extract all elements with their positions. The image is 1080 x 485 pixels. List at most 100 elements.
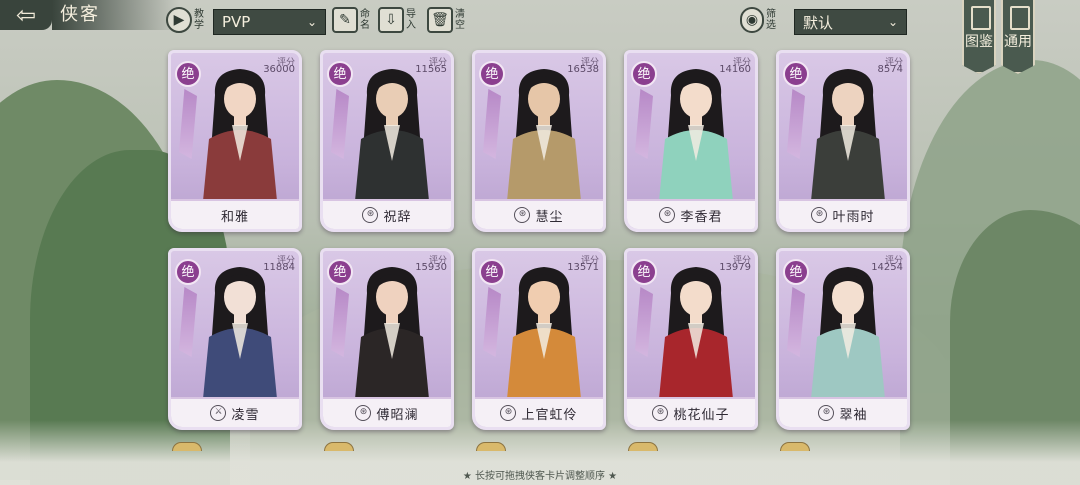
rarity-badge: 绝 — [631, 61, 657, 87]
faction-icon: ⊛ — [514, 207, 531, 223]
hero-portrait — [811, 267, 885, 399]
score-value: 16538 — [567, 64, 599, 75]
hero-name-bar: ⊛ 桃花仙子 — [627, 397, 755, 427]
import-button[interactable]: ⇩ 导入 — [378, 6, 418, 34]
clear-button[interactable]: 🗑 清空 — [427, 6, 467, 34]
trash-icon: 🗑 — [427, 7, 453, 33]
hero-name: 桃花仙子 — [673, 407, 730, 423]
hero-portrait — [507, 267, 581, 399]
book-icon — [971, 6, 991, 30]
faction-icon: ⊛ — [355, 405, 372, 421]
hero-card[interactable]: 绝 评分 13571 ⊛ 上官虹伶 — [472, 248, 606, 430]
hero-name-bar: ⊛ 上官虹伶 — [475, 397, 603, 427]
mode-select[interactable]: PVP ⌄ — [213, 9, 326, 35]
top-bar: ⇦ 侠客 ▶ 教学 PVP ⌄ ✎ 命名 ⇩ 导入 🗑 清空 ◉ 筛选 默认 ⌄… — [0, 0, 1080, 74]
rarity-badge: 绝 — [479, 61, 505, 87]
hero-card[interactable]: 绝 评分 14160 ⊛ 李香君 — [624, 50, 758, 232]
general-tab[interactable]: 通用 — [1001, 0, 1035, 74]
codex-label: 图鉴 — [965, 34, 993, 50]
faction-icon: ⊛ — [818, 405, 835, 421]
import-label: 导入 — [406, 9, 416, 31]
rarity-badge: 绝 — [783, 259, 809, 285]
hero-name-bar: ⊛ 翠袖 — [779, 397, 907, 427]
hero-card[interactable]: 绝 评分 11884 ⚔ 凌雪 — [168, 248, 302, 430]
hero-name: 慧尘 — [535, 209, 564, 225]
drag-hint: ★ 长按可拖拽侠客卡片调整顺序 ★ — [462, 471, 618, 482]
rename-button[interactable]: ✎ 命名 — [332, 6, 372, 34]
rarity-badge: 绝 — [175, 61, 201, 87]
hero-name: 傅昭澜 — [376, 407, 419, 423]
brush-icon: ✎ — [332, 7, 358, 33]
hero-card[interactable]: 绝 评分 36000 和雅 — [168, 50, 302, 232]
hero-name: 叶雨时 — [832, 209, 875, 225]
scroll-icon — [1010, 6, 1030, 30]
hero-name-bar: ⚔ 凌雪 — [171, 397, 299, 427]
rarity-badge: 绝 — [175, 259, 201, 285]
faction-icon: ⊛ — [500, 405, 517, 421]
hero-name: 李香君 — [680, 209, 723, 225]
next-row-card-peek — [780, 442, 810, 451]
rarity-badge: 绝 — [327, 61, 353, 87]
eye-icon: ◉ — [740, 7, 764, 33]
score-value: 13571 — [567, 262, 599, 273]
hero-card[interactable]: 绝 评分 13979 ⊛ 桃花仙子 — [624, 248, 758, 430]
sort-select-value: 默认 — [803, 13, 834, 32]
hero-portrait — [203, 267, 277, 399]
hero-card[interactable]: 绝 评分 8574 ⊛ 叶雨时 — [776, 50, 910, 232]
hero-card[interactable]: 绝 评分 11565 ⊛ 祝辞 — [320, 50, 454, 232]
next-row-card-peek — [172, 442, 202, 451]
hero-name: 凌雪 — [231, 407, 260, 423]
hero-name-bar: 和雅 — [171, 199, 299, 229]
download-icon: ⇩ — [378, 7, 404, 33]
general-label: 通用 — [1004, 34, 1032, 50]
chevron-down-icon: ⌄ — [887, 15, 898, 29]
score-value: 36000 — [263, 64, 295, 75]
hero-portrait — [355, 69, 429, 201]
hero-name: 上官虹伶 — [521, 407, 578, 423]
hero-portrait — [203, 69, 277, 201]
hero-card[interactable]: 绝 评分 16538 ⊛ 慧尘 — [472, 50, 606, 232]
sort-select[interactable]: 默认 ⌄ — [794, 9, 907, 35]
score-value: 14254 — [871, 262, 903, 273]
chevron-down-icon: ⌄ — [306, 15, 317, 29]
rename-label: 命名 — [360, 9, 370, 31]
hero-name: 和雅 — [220, 209, 249, 225]
codex-tab[interactable]: 图鉴 — [962, 0, 996, 74]
arrow-left-icon: ⇦ — [15, 1, 37, 29]
hero-card[interactable]: 绝 评分 15930 ⊛ 傅昭澜 — [320, 248, 454, 430]
next-row-card-peek — [324, 442, 354, 451]
faction-icon: ⊛ — [811, 207, 828, 223]
rarity-badge: 绝 — [479, 259, 505, 285]
play-icon: ▶ — [166, 7, 192, 33]
hero-name-bar: ⊛ 祝辞 — [323, 199, 451, 229]
tutorial-label: 教学 — [194, 9, 204, 31]
score-value: 14160 — [719, 64, 751, 75]
hero-name: 翠袖 — [839, 407, 868, 423]
faction-icon: ⊛ — [362, 207, 379, 223]
hero-name-bar: ⊛ 叶雨时 — [779, 199, 907, 229]
rarity-badge: 绝 — [327, 259, 353, 285]
hero-name: 祝辞 — [383, 209, 412, 225]
hero-card[interactable]: 绝 评分 14254 ⊛ 翠袖 — [776, 248, 910, 430]
faction-icon: ⊛ — [659, 207, 676, 223]
next-row-card-peek — [476, 442, 506, 451]
rarity-badge: 绝 — [631, 259, 657, 285]
hero-portrait — [659, 69, 733, 201]
filter-button[interactable]: ◉ 筛选 — [740, 6, 778, 34]
hero-name-bar: ⊛ 傅昭澜 — [323, 397, 451, 427]
score-value: 11565 — [415, 64, 447, 75]
clear-label: 清空 — [455, 9, 465, 31]
back-button[interactable]: ⇦ — [0, 0, 52, 30]
filter-label: 筛选 — [766, 9, 776, 31]
faction-icon: ⚔ — [210, 405, 227, 421]
faction-icon: ⊛ — [652, 405, 669, 421]
score-value: 13979 — [719, 262, 751, 273]
tutorial-button[interactable]: ▶ 教学 — [166, 6, 206, 34]
score-value: 8574 — [877, 64, 903, 75]
hero-name-bar: ⊛ 李香君 — [627, 199, 755, 229]
hero-portrait — [507, 69, 581, 201]
next-row-card-peek — [628, 442, 658, 451]
hero-portrait — [811, 69, 885, 201]
rarity-badge: 绝 — [783, 61, 809, 87]
page-title: 侠客 — [52, 0, 180, 30]
